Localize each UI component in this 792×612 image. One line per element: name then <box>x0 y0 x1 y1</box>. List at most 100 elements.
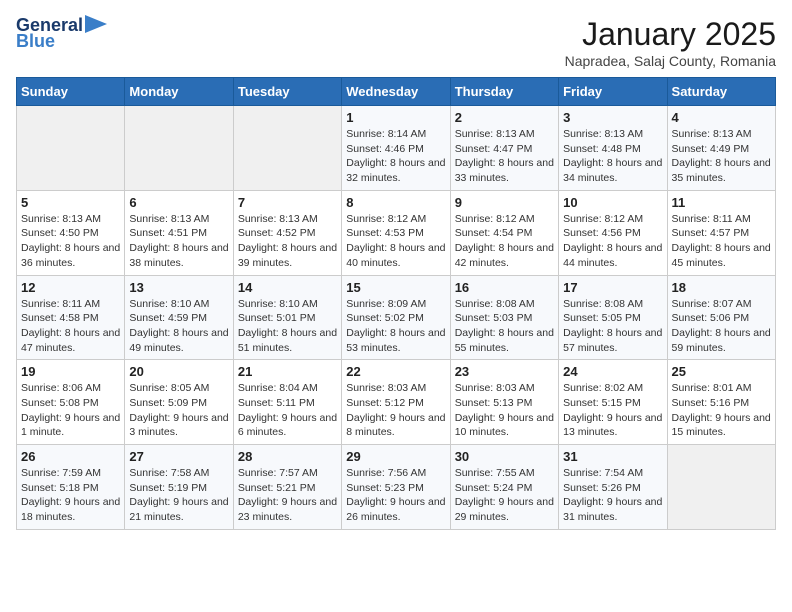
day-info: Sunrise: 8:01 AM Sunset: 5:16 PM Dayligh… <box>672 381 771 440</box>
day-info: Sunrise: 8:09 AM Sunset: 5:02 PM Dayligh… <box>346 297 445 356</box>
calendar-cell: 30 Sunrise: 7:55 AM Sunset: 5:24 PM Dayli… <box>450 445 558 530</box>
day-info: Sunrise: 7:57 AM Sunset: 5:21 PM Dayligh… <box>238 466 337 525</box>
calendar-cell: 1 Sunrise: 8:14 AM Sunset: 4:46 PM Daylig… <box>342 106 450 191</box>
calendar-cell: 27 Sunrise: 7:58 AM Sunset: 5:19 PM Dayli… <box>125 445 233 530</box>
day-number: 23 <box>455 364 554 379</box>
calendar-cell: 18 Sunrise: 8:07 AM Sunset: 5:06 PM Dayli… <box>667 275 775 360</box>
calendar-cell: 24 Sunrise: 8:02 AM Sunset: 5:15 PM Dayli… <box>559 360 667 445</box>
day-number: 6 <box>129 195 228 210</box>
day-number: 10 <box>563 195 662 210</box>
day-number: 16 <box>455 280 554 295</box>
day-number: 1 <box>346 110 445 125</box>
calendar-cell: 21 Sunrise: 8:04 AM Sunset: 5:11 PM Dayli… <box>233 360 341 445</box>
calendar-cell: 15 Sunrise: 8:09 AM Sunset: 5:02 PM Dayli… <box>342 275 450 360</box>
calendar-cell: 8Sunrise: 8:12 AM Sunset: 4:53 PM Daylig… <box>342 190 450 275</box>
day-info: Sunrise: 7:56 AM Sunset: 5:23 PM Dayligh… <box>346 466 445 525</box>
day-number: 27 <box>129 449 228 464</box>
logo-text-blue: Blue <box>16 32 55 50</box>
calendar-cell: 2 Sunrise: 8:13 AM Sunset: 4:47 PM Daylig… <box>450 106 558 191</box>
day-number: 14 <box>238 280 337 295</box>
calendar-cell: 23 Sunrise: 8:03 AM Sunset: 5:13 PM Dayli… <box>450 360 558 445</box>
day-number: 25 <box>672 364 771 379</box>
day-info: Sunrise: 7:58 AM Sunset: 5:19 PM Dayligh… <box>129 466 228 525</box>
weekday-header-saturday: Saturday <box>667 78 775 106</box>
day-info: Sunrise: 7:59 AM Sunset: 5:18 PM Dayligh… <box>21 466 120 525</box>
day-info: Sunrise: 8:06 AM Sunset: 5:08 PM Dayligh… <box>21 381 120 440</box>
weekday-header-thursday: Thursday <box>450 78 558 106</box>
calendar-cell: 22 Sunrise: 8:03 AM Sunset: 5:12 PM Dayli… <box>342 360 450 445</box>
day-number: 24 <box>563 364 662 379</box>
day-info: Sunrise: 8:11 AM Sunset: 4:57 PM Dayligh… <box>672 212 771 271</box>
calendar-cell: 17 Sunrise: 8:08 AM Sunset: 5:05 PM Dayli… <box>559 275 667 360</box>
calendar-cell: 6 Sunrise: 8:13 AM Sunset: 4:51 PM Daylig… <box>125 190 233 275</box>
day-number: 13 <box>129 280 228 295</box>
day-number: 20 <box>129 364 228 379</box>
day-info: Sunrise: 8:13 AM Sunset: 4:51 PM Dayligh… <box>129 212 228 271</box>
day-info: Sunrise: 8:03 AM Sunset: 5:13 PM Dayligh… <box>455 381 554 440</box>
calendar-cell: 12 Sunrise: 8:11 AM Sunset: 4:58 PM Dayli… <box>17 275 125 360</box>
weekday-header-monday: Monday <box>125 78 233 106</box>
day-info: Sunrise: 8:03 AM Sunset: 5:12 PM Dayligh… <box>346 381 445 440</box>
day-info: Sunrise: 8:13 AM Sunset: 4:47 PM Dayligh… <box>455 127 554 186</box>
calendar-cell: 26 Sunrise: 7:59 AM Sunset: 5:18 PM Dayli… <box>17 445 125 530</box>
calendar-cell: 4Sunrise: 8:13 AM Sunset: 4:49 PM Daylig… <box>667 106 775 191</box>
calendar-subtitle: Napradea, Salaj County, Romania <box>565 53 776 69</box>
day-info: Sunrise: 8:14 AM Sunset: 4:46 PM Dayligh… <box>346 127 445 186</box>
logo-arrow-icon <box>85 15 107 33</box>
day-info: Sunrise: 7:54 AM Sunset: 5:26 PM Dayligh… <box>563 466 662 525</box>
calendar-title: January 2025 <box>565 16 776 53</box>
title-block: January 2025 Napradea, Salaj County, Rom… <box>565 16 776 69</box>
day-info: Sunrise: 8:04 AM Sunset: 5:11 PM Dayligh… <box>238 381 337 440</box>
calendar-cell: 3 Sunrise: 8:13 AM Sunset: 4:48 PM Daylig… <box>559 106 667 191</box>
day-info: Sunrise: 8:13 AM Sunset: 4:52 PM Dayligh… <box>238 212 337 271</box>
calendar-cell: 20 Sunrise: 8:05 AM Sunset: 5:09 PM Dayli… <box>125 360 233 445</box>
day-info: Sunrise: 8:07 AM Sunset: 5:06 PM Dayligh… <box>672 297 771 356</box>
calendar-cell: 16Sunrise: 8:08 AM Sunset: 5:03 PM Dayli… <box>450 275 558 360</box>
logo: General Blue <box>16 16 107 50</box>
calendar-table: SundayMondayTuesdayWednesdayThursdayFrid… <box>16 77 776 530</box>
calendar-cell <box>125 106 233 191</box>
day-number: 22 <box>346 364 445 379</box>
day-number: 15 <box>346 280 445 295</box>
calendar-cell: 28Sunrise: 7:57 AM Sunset: 5:21 PM Dayli… <box>233 445 341 530</box>
calendar-cell <box>667 445 775 530</box>
calendar-header: SundayMondayTuesdayWednesdayThursdayFrid… <box>17 78 776 106</box>
day-number: 30 <box>455 449 554 464</box>
day-number: 31 <box>563 449 662 464</box>
calendar-cell <box>233 106 341 191</box>
day-number: 2 <box>455 110 554 125</box>
calendar-cell: 10 Sunrise: 8:12 AM Sunset: 4:56 PM Dayli… <box>559 190 667 275</box>
calendar-cell: 13Sunrise: 8:10 AM Sunset: 4:59 PM Dayli… <box>125 275 233 360</box>
day-number: 9 <box>455 195 554 210</box>
day-info: Sunrise: 8:12 AM Sunset: 4:56 PM Dayligh… <box>563 212 662 271</box>
day-number: 26 <box>21 449 120 464</box>
weekday-header-tuesday: Tuesday <box>233 78 341 106</box>
calendar-cell: 14Sunrise: 8:10 AM Sunset: 5:01 PM Dayli… <box>233 275 341 360</box>
calendar-cell: 29Sunrise: 7:56 AM Sunset: 5:23 PM Dayli… <box>342 445 450 530</box>
calendar-cell: 19Sunrise: 8:06 AM Sunset: 5:08 PM Dayli… <box>17 360 125 445</box>
day-info: Sunrise: 8:13 AM Sunset: 4:48 PM Dayligh… <box>563 127 662 186</box>
day-info: Sunrise: 8:13 AM Sunset: 4:50 PM Dayligh… <box>21 212 120 271</box>
calendar-cell: 31 Sunrise: 7:54 AM Sunset: 5:26 PM Dayli… <box>559 445 667 530</box>
weekday-header-wednesday: Wednesday <box>342 78 450 106</box>
day-info: Sunrise: 8:12 AM Sunset: 4:54 PM Dayligh… <box>455 212 554 271</box>
day-number: 3 <box>563 110 662 125</box>
day-number: 11 <box>672 195 771 210</box>
day-number: 4 <box>672 110 771 125</box>
day-info: Sunrise: 8:05 AM Sunset: 5:09 PM Dayligh… <box>129 381 228 440</box>
day-number: 12 <box>21 280 120 295</box>
weekday-header-friday: Friday <box>559 78 667 106</box>
calendar-cell <box>17 106 125 191</box>
day-number: 7 <box>238 195 337 210</box>
day-number: 18 <box>672 280 771 295</box>
day-info: Sunrise: 8:11 AM Sunset: 4:58 PM Dayligh… <box>21 297 120 356</box>
day-info: Sunrise: 8:02 AM Sunset: 5:15 PM Dayligh… <box>563 381 662 440</box>
day-info: Sunrise: 8:08 AM Sunset: 5:05 PM Dayligh… <box>563 297 662 356</box>
day-number: 17 <box>563 280 662 295</box>
weekday-header-sunday: Sunday <box>17 78 125 106</box>
day-info: Sunrise: 7:55 AM Sunset: 5:24 PM Dayligh… <box>455 466 554 525</box>
calendar-cell: 11 Sunrise: 8:11 AM Sunset: 4:57 PM Dayli… <box>667 190 775 275</box>
day-number: 8 <box>346 195 445 210</box>
calendar-cell: 5Sunrise: 8:13 AM Sunset: 4:50 PM Daylig… <box>17 190 125 275</box>
day-number: 21 <box>238 364 337 379</box>
